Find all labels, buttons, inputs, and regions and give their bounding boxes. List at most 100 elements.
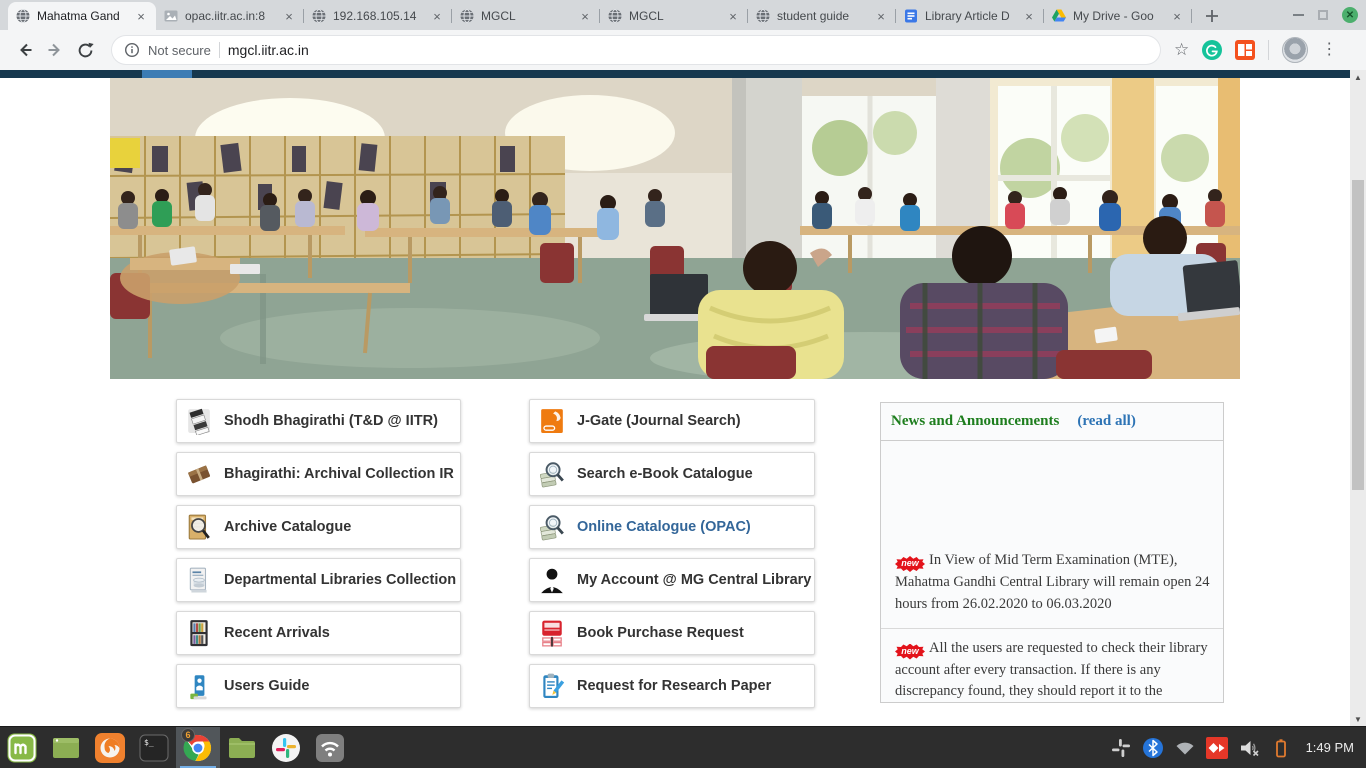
archive-book-icon <box>186 460 212 488</box>
slack-tray-icon[interactable] <box>1110 737 1132 759</box>
new-tab-button[interactable] <box>1198 2 1226 30</box>
news-panel: News and Announcements (read all) newIn … <box>880 402 1224 703</box>
reload-icon <box>76 41 95 60</box>
mint-menu-icon <box>6 732 38 764</box>
quick-link-users-guide[interactable]: Users Guide <box>176 664 461 708</box>
file-manager-icon <box>226 732 258 764</box>
forward-button[interactable] <box>40 35 70 65</box>
grammarly-extension-icon[interactable] <box>1202 40 1222 60</box>
taskbar-app-mint-menu[interactable] <box>0 727 44 768</box>
drive-icon <box>1051 8 1067 24</box>
scrollbar-up-arrow[interactable]: ▲ <box>1350 70 1366 84</box>
quick-link-label: Recent Arrivals <box>224 625 330 641</box>
profile-avatar[interactable] <box>1282 37 1308 63</box>
taskbar-app-show-desktop[interactable] <box>44 727 88 768</box>
terminal-icon: $_ <box>138 732 170 764</box>
taskbar-app-file-manager[interactable] <box>220 727 264 768</box>
card-magnifier-icon <box>186 513 212 541</box>
toolbar-divider <box>1268 40 1269 60</box>
back-button[interactable] <box>10 35 40 65</box>
quick-link-book-purchase-request[interactable]: Book Purchase Request <box>529 611 815 655</box>
tab-close-icon[interactable]: × <box>1021 8 1037 24</box>
tab-close-icon[interactable]: × <box>429 8 445 24</box>
scrollbar-down-arrow[interactable]: ▼ <box>1350 712 1366 726</box>
tab-title: MGCL <box>481 9 571 23</box>
security-label[interactable]: Not secure <box>148 43 211 58</box>
site-navbar-active-item <box>142 70 192 78</box>
info-icon[interactable] <box>124 42 140 58</box>
clipboard-pencil-icon <box>539 672 565 700</box>
tab-close-icon[interactable]: × <box>577 8 593 24</box>
page-scrollbar[interactable]: ▲ ▼ <box>1350 70 1366 726</box>
browser-tab-mgcl[interactable]: MGCL × <box>452 2 600 30</box>
reload-button[interactable] <box>70 35 100 65</box>
browser-tab-mahatma-gand[interactable]: Mahatma Gand × <box>8 2 156 30</box>
window-maximize-button[interactable] <box>1318 10 1328 20</box>
browser-tab-my-drive-goo[interactable]: My Drive - Goo× <box>1044 2 1192 30</box>
tab-close-icon[interactable]: × <box>133 8 149 24</box>
browser-menu-icon[interactable]: ⋮ <box>1321 42 1337 58</box>
taskbar-clock[interactable]: 1:49 PM <box>1306 740 1366 755</box>
address-bar[interactable]: Not secure mgcl.iitr.ac.in <box>112 36 1160 64</box>
image-icon <box>163 8 179 24</box>
globe-icon <box>311 8 327 24</box>
quick-link-label: Book Purchase Request <box>577 625 744 641</box>
news-item[interactable]: newAll the users are requested to check … <box>881 628 1223 704</box>
tab-title: Mahatma Gand <box>37 9 127 23</box>
taskbar-app-firefox[interactable] <box>88 727 132 768</box>
quick-link-departmental-libraries-collectio[interactable]: Departmental Libraries Collection <box>176 558 461 602</box>
volume-muted-icon[interactable] <box>1238 737 1260 759</box>
window-close-button[interactable]: ✕ <box>1342 7 1358 23</box>
browser-toolbar: Not secure mgcl.iitr.ac.in ☆ ⋮ <box>0 30 1366 70</box>
user-kiosk-icon <box>186 672 212 700</box>
browser-tab-bar: Mahatma Gand×opac.iitr.ac.in:8×192.168.1… <box>0 0 1366 30</box>
quick-link-bhagirathi-archival-collection-i[interactable]: Bhagirathi: Archival Collection IR <box>176 452 461 496</box>
taskbar-app-network-tool[interactable] <box>308 727 352 768</box>
battery-icon[interactable] <box>1270 737 1292 759</box>
browser-tab-student-guide[interactable]: student guide × <box>748 2 896 30</box>
taskbar-app-terminal[interactable]: $_ <box>132 727 176 768</box>
browser-tab-opac-iitr-ac-in-8[interactable]: opac.iitr.ac.in:8× <box>156 2 304 30</box>
quick-link-request-for-research-paper[interactable]: Request for Research Paper <box>529 664 815 708</box>
tab-close-icon[interactable]: × <box>725 8 741 24</box>
quick-links-left-column: Shodh Bhagirathi (T&D @ IITR) Bhagirathi:… <box>176 399 461 708</box>
book-magnifier-icon <box>539 460 565 488</box>
quick-link-label: Shodh Bhagirathi (T&D @ IITR) <box>224 413 438 429</box>
url-text[interactable]: mgcl.iitr.ac.in <box>228 42 309 58</box>
tab-title: student guide <box>777 9 867 23</box>
scrollbar-thumb[interactable] <box>1352 180 1364 490</box>
red-book-icon <box>539 619 565 647</box>
bluetooth-icon[interactable] <box>1142 737 1164 759</box>
new-badge: new <box>895 644 925 660</box>
taskbar-app-chrome[interactable]: 6 <box>176 727 220 768</box>
quick-link-recent-arrivals[interactable]: Recent Arrivals <box>176 611 461 655</box>
quick-link-my-account-mg-central-library[interactable]: My Account @ MG Central Library <box>529 558 815 602</box>
quick-link-shodh-bhagirathi-t-d-iitr[interactable]: Shodh Bhagirathi (T&D @ IITR) <box>176 399 461 443</box>
taskbar-app-slack[interactable] <box>264 727 308 768</box>
browser-tab-mgcl[interactable]: MGCL× <box>600 2 748 30</box>
orange-grid-extension-icon[interactable] <box>1235 40 1255 60</box>
sync-app-icon[interactable] <box>1206 737 1228 759</box>
window-controls: ✕ <box>1293 0 1358 30</box>
news-item[interactable]: newIn View of Mid Term Examination (MTE)… <box>881 541 1223 628</box>
browser-tab-library-article-d[interactable]: Library Article D× <box>896 2 1044 30</box>
department-doc-icon <box>186 566 212 594</box>
firefox-icon <box>94 732 126 764</box>
browser-tab-192-168-105-14[interactable]: 192.168.105.14× <box>304 2 452 30</box>
tab-close-icon[interactable]: × <box>873 8 889 24</box>
wifi-icon[interactable] <box>1174 737 1196 759</box>
globe-icon <box>459 8 475 24</box>
quick-link-j-gate-journal-search[interactable]: J-Gate (Journal Search) <box>529 399 815 443</box>
person-icon <box>539 566 565 594</box>
tab-close-icon[interactable]: × <box>1169 8 1185 24</box>
quick-link-online-catalogue-opac[interactable]: Online Catalogue (OPAC) <box>529 505 815 549</box>
window-minimize-button[interactable] <box>1293 14 1304 16</box>
quick-link-archive-catalogue[interactable]: Archive Catalogue <box>176 505 461 549</box>
quick-link-search-e-book-catalogue[interactable]: Search e-Book Catalogue <box>529 452 815 496</box>
svg-text:$_: $_ <box>144 738 154 747</box>
quick-link-label: Departmental Libraries Collection <box>224 572 456 588</box>
news-read-all-link[interactable]: (read all) <box>1077 413 1135 430</box>
bookmark-star-icon[interactable]: ☆ <box>1174 40 1189 60</box>
library-photo <box>110 78 1240 379</box>
tab-close-icon[interactable]: × <box>281 8 297 24</box>
